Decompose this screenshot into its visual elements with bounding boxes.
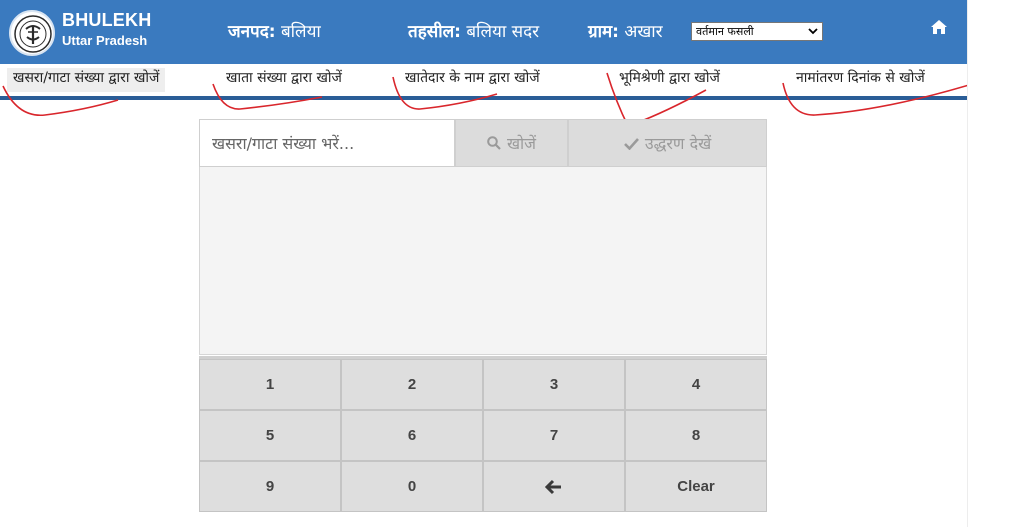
tab-khatedar-name-search[interactable]: खातेदार के नाम द्वारा खोजें <box>405 68 540 92</box>
janpad-value: बलिया <box>280 22 321 42</box>
keypad-key-8[interactable]: 8 <box>625 410 767 461</box>
brand-title: BHULEKH <box>62 10 152 30</box>
janpad-info: जनपद: बलिया <box>228 19 321 42</box>
gram-label: ग्राम: <box>588 22 619 42</box>
tab-khata-search[interactable]: खाता संख्या द्वारा खोजें <box>226 68 342 92</box>
right-margin <box>967 0 1024 527</box>
khasra-number-input[interactable] <box>199 119 455 167</box>
keypad-key-0[interactable]: 0 <box>341 461 483 512</box>
tehsil-value: बलिया सदर <box>466 22 540 42</box>
tab-bhumishreni-search[interactable]: भूमिश्रेणी द्वारा खोजें <box>619 68 720 92</box>
check-icon <box>623 137 639 150</box>
janpad-label: जनपद: <box>228 22 276 42</box>
view-extract-label: उद्धरण देखें <box>644 134 712 153</box>
keypad-key-3[interactable]: 3 <box>483 359 625 410</box>
tab-khasra-search[interactable]: खसरा/गाटा संख्या द्वारा खोजें <box>7 68 166 92</box>
result-area[interactable] <box>199 167 767 355</box>
emblem-icon <box>14 15 52 53</box>
search-panel: खोजें उद्धरण देखें 1 2 3 4 5 6 7 8 9 0 ←… <box>199 119 767 514</box>
keypad-key-1[interactable]: 1 <box>199 359 341 410</box>
keypad-clear-key[interactable]: Clear <box>625 461 767 512</box>
keypad-backspace-key[interactable]: ← <box>483 461 625 512</box>
tehsil-info: तहसील: बलिया सदर <box>408 19 539 42</box>
up-emblem-logo[interactable] <box>9 10 55 56</box>
view-extract-button[interactable]: उद्धरण देखें <box>568 119 767 167</box>
chevron-down-icon <box>808 28 818 35</box>
search-icon <box>487 136 501 150</box>
tab-namantaran-date-search[interactable]: नामांतरण दिनांक से खोजें <box>796 68 925 92</box>
keypad-key-7[interactable]: 7 <box>483 410 625 461</box>
search-button[interactable]: खोजें <box>455 119 568 167</box>
keypad-key-9[interactable]: 9 <box>199 461 341 512</box>
search-button-label: खोजें <box>506 134 537 153</box>
home-icon[interactable] <box>930 19 948 35</box>
arrow-left-icon <box>545 479 561 494</box>
app-header: BHULEKH Uttar Pradesh जनपद: बलिया तहसील:… <box>0 0 967 64</box>
keypad-key-6[interactable]: 6 <box>341 410 483 461</box>
keypad-key-2[interactable]: 2 <box>341 359 483 410</box>
numeric-keypad: 1 2 3 4 5 6 7 8 9 0 ← Clear <box>199 356 767 514</box>
season-select[interactable]: वर्तमान फसली <box>691 22 823 41</box>
tabs-underline <box>0 96 967 100</box>
brand-subtitle: Uttar Pradesh <box>62 33 148 48</box>
gram-value: अखार <box>624 22 663 42</box>
keypad-key-5[interactable]: 5 <box>199 410 341 461</box>
gram-info: ग्राम: अखार <box>588 19 663 42</box>
tehsil-label: तहसील: <box>408 22 461 42</box>
season-selected-value: वर्तमान फसली <box>696 25 754 38</box>
keypad-key-4[interactable]: 4 <box>625 359 767 410</box>
